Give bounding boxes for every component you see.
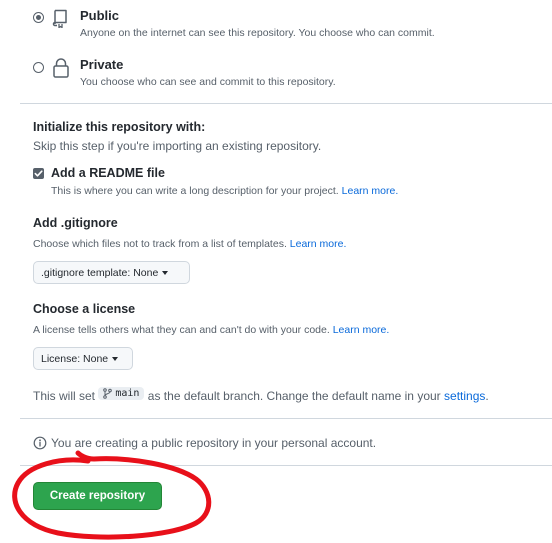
repo-icon <box>52 8 70 33</box>
readme-checkbox[interactable] <box>33 168 44 179</box>
divider <box>20 103 552 104</box>
caret-down-icon <box>162 270 169 275</box>
private-description: You choose who can see and commit to thi… <box>80 76 336 88</box>
divider <box>20 418 552 419</box>
license-select[interactable]: License: None <box>33 347 133 370</box>
readme-description: This is where you can write a long descr… <box>51 185 399 197</box>
readme-label: Add a README file <box>51 166 165 180</box>
license-select-label: License: None <box>41 352 109 365</box>
lock-icon <box>52 57 70 84</box>
check-icon <box>34 170 43 177</box>
git-branch-icon <box>103 388 113 399</box>
red-annotation-circle <box>12 450 212 540</box>
public-radio[interactable] <box>33 12 44 23</box>
readme-learn-more-link[interactable]: Learn more. <box>342 185 399 197</box>
private-label: Private <box>80 57 124 72</box>
gitignore-template-label: .gitignore template: None <box>41 266 159 279</box>
settings-link[interactable]: settings <box>444 389 485 403</box>
gitignore-title: Add .gitignore <box>33 216 118 230</box>
license-title: Choose a license <box>33 302 136 316</box>
public-description: Anyone on the internet can see this repo… <box>80 27 435 39</box>
license-learn-more-link[interactable]: Learn more. <box>333 324 390 336</box>
branch-name-badge: main <box>98 387 145 400</box>
private-radio[interactable] <box>33 62 44 73</box>
default-branch-text: This will set main as the default branch… <box>33 387 489 403</box>
caret-down-icon <box>112 356 119 361</box>
license-description: A license tells others what they can and… <box>33 324 390 336</box>
public-label: Public <box>80 8 120 23</box>
gitignore-learn-more-link[interactable]: Learn more. <box>290 238 347 250</box>
gitignore-description: Choose which files not to track from a l… <box>33 238 347 250</box>
init-subtitle: Skip this step if you're importing an ex… <box>33 139 322 153</box>
gitignore-template-select[interactable]: .gitignore template: None <box>33 261 190 284</box>
init-title: Initialize this repository with: <box>33 120 206 134</box>
